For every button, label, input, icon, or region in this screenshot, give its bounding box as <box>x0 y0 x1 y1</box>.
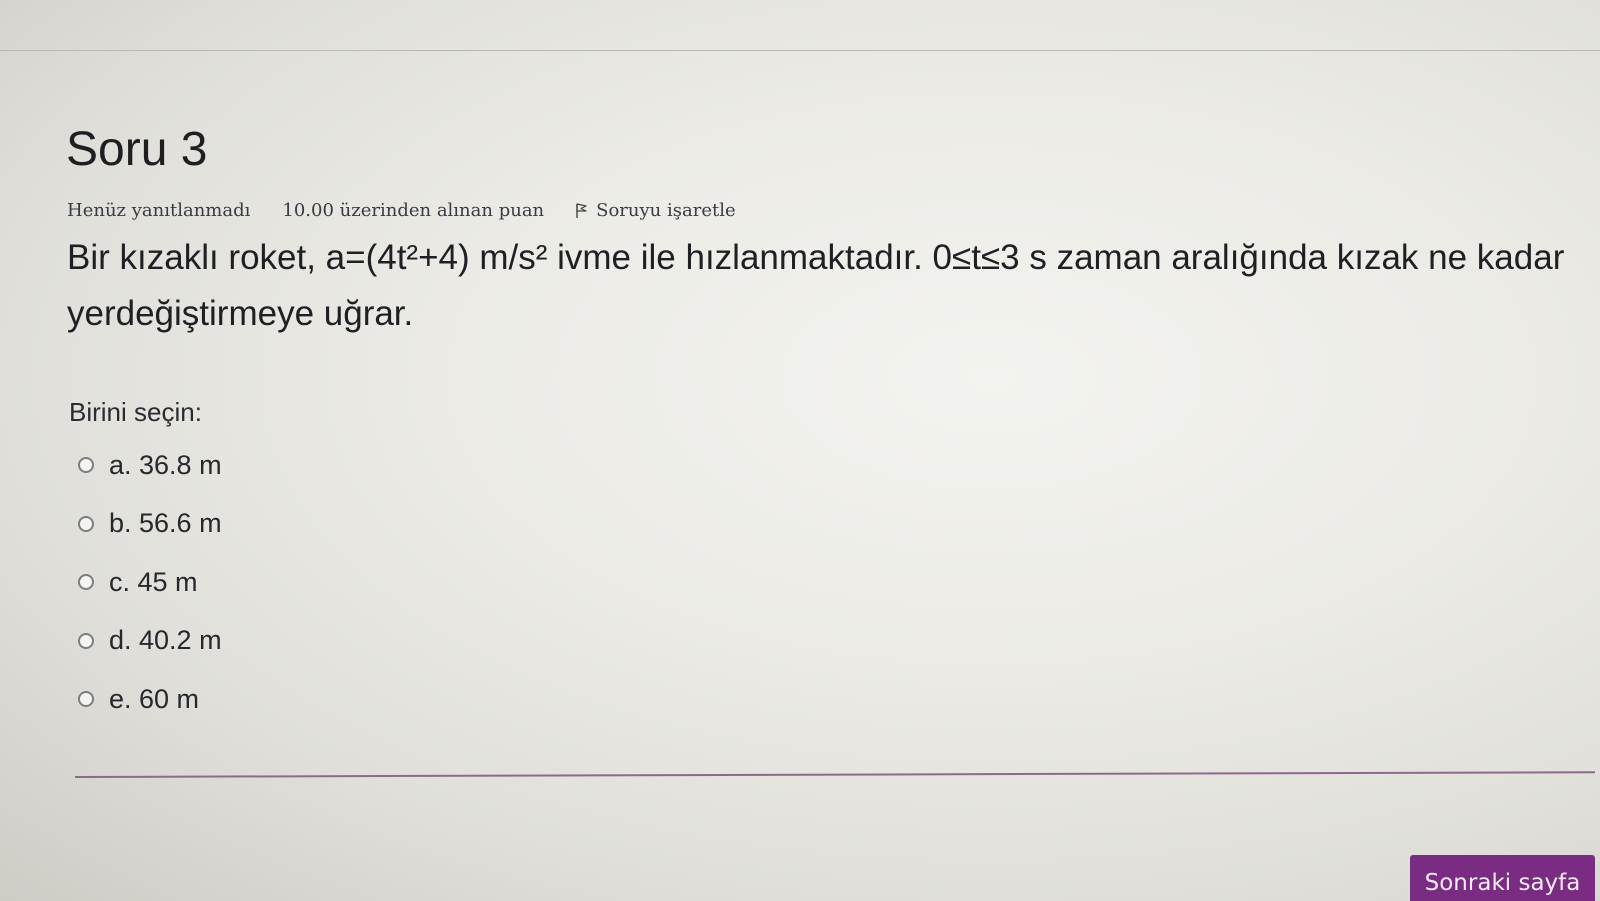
answer-option-b[interactable]: b. 56.6 m <box>78 495 478 554</box>
answer-option-e[interactable]: e. 60 m <box>78 670 478 729</box>
answer-option-d[interactable]: d. 40.2 m <box>78 612 478 671</box>
answer-label: b. 56.6 m <box>109 508 222 539</box>
radio-button[interactable] <box>78 457 94 474</box>
question-text: Bir kızaklı roket, a=(4t²+4) m/s² ivme i… <box>67 238 1565 333</box>
answer-label: a. 36.8 m <box>109 449 222 480</box>
question-title: Soru 3 <box>66 123 208 176</box>
flag-question-link[interactable]: Soruyu işaretle <box>574 199 736 221</box>
radio-button[interactable] <box>78 574 94 591</box>
answer-prompt: Birini seçin: <box>69 397 202 427</box>
radio-button[interactable] <box>78 515 94 532</box>
question-bottom-divider <box>74 771 1595 778</box>
answer-label: d. 40.2 m <box>109 625 222 656</box>
radio-button[interactable] <box>78 691 94 708</box>
answer-option-a[interactable]: a. 36.8 m <box>78 436 478 495</box>
question-info: Henüz yanıtlanmadı 10.00 üzerinden alına… <box>67 198 736 222</box>
answer-list: a. 36.8 m b. 56.6 m c. 45 m d. 40.2 m e.… <box>78 436 478 729</box>
top-divider <box>0 50 1600 51</box>
answer-label: e. 60 m <box>109 683 200 714</box>
flag-question-label: Soruyu işaretle <box>596 199 736 221</box>
question-state: Henüz yanıtlanmadı <box>67 199 251 221</box>
next-page-button[interactable]: Sonraki sayfa <box>1410 855 1595 901</box>
answer-label: c. 45 m <box>109 566 198 597</box>
question-grade: 10.00 üzerinden alınan puan <box>282 199 545 221</box>
answer-option-c[interactable]: c. 45 m <box>78 553 478 612</box>
flag-icon <box>574 202 588 218</box>
radio-button[interactable] <box>78 632 94 649</box>
